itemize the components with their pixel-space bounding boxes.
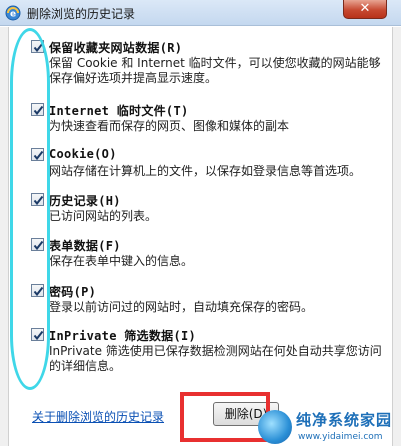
svg-text:e: e xyxy=(10,10,16,20)
option-title: 历史记录(H) xyxy=(49,194,121,208)
option-description: 为快速查看而保存的网页、图像和媒体的副本 xyxy=(49,119,290,133)
option-description: 保存在表单中键入的信息。 xyxy=(49,254,194,268)
option-description: 网站存储在计算机上的文件，以保存如登录信息等首选项。 xyxy=(49,164,362,178)
watermark-name: 纯净系统家园 xyxy=(296,411,393,429)
watermark-url: www.yidaimei.com xyxy=(298,432,383,442)
ie-history-icon: e xyxy=(5,5,21,21)
title-bar: e 删除浏览的历史记录 ✕ xyxy=(0,0,401,26)
dialog-body: 保留收藏夹网站数据(R) 保留 Cookie 和 Internet 临时文件，可… xyxy=(0,27,401,446)
option-description: 登录以前访问过的网站时，自动填充保存的密码。 xyxy=(49,300,314,314)
option-title: Cookie(O) xyxy=(49,147,117,161)
watermark-logo-icon xyxy=(258,410,292,444)
option-title: 密码(P) xyxy=(49,285,97,299)
close-icon: ✕ xyxy=(359,1,371,16)
help-link[interactable]: 关于删除浏览的历史记录 xyxy=(32,408,164,425)
close-button[interactable]: ✕ xyxy=(343,0,387,19)
option-description: 已访问网站的列表。 xyxy=(49,209,158,223)
option-title: Internet 临时文件(T) xyxy=(49,104,189,118)
options-panel: 保留收藏夹网站数据(R) 保留 Cookie 和 Internet 临时文件，可… xyxy=(8,27,393,446)
highlight-oval-annotation xyxy=(10,28,50,390)
option-title: 保留收藏夹网站数据(R) xyxy=(49,41,183,55)
option-title: 表单数据(F) xyxy=(49,239,121,253)
option-description: InPrivate 筛选使用已保存数据检测网站在何处自动共享您访问的详细信息。 xyxy=(49,344,382,373)
option-description: 保留 Cookie 和 Internet 临时文件，可以使您收藏的网站能够保存偏… xyxy=(49,56,381,85)
watermark: 纯净系统家园 www.yidaimei.com xyxy=(258,408,401,446)
option-title: InPrivate 筛选数据(I) xyxy=(49,329,197,343)
highlight-box-annotation xyxy=(180,392,270,442)
window-title: 删除浏览的历史记录 xyxy=(27,7,136,21)
